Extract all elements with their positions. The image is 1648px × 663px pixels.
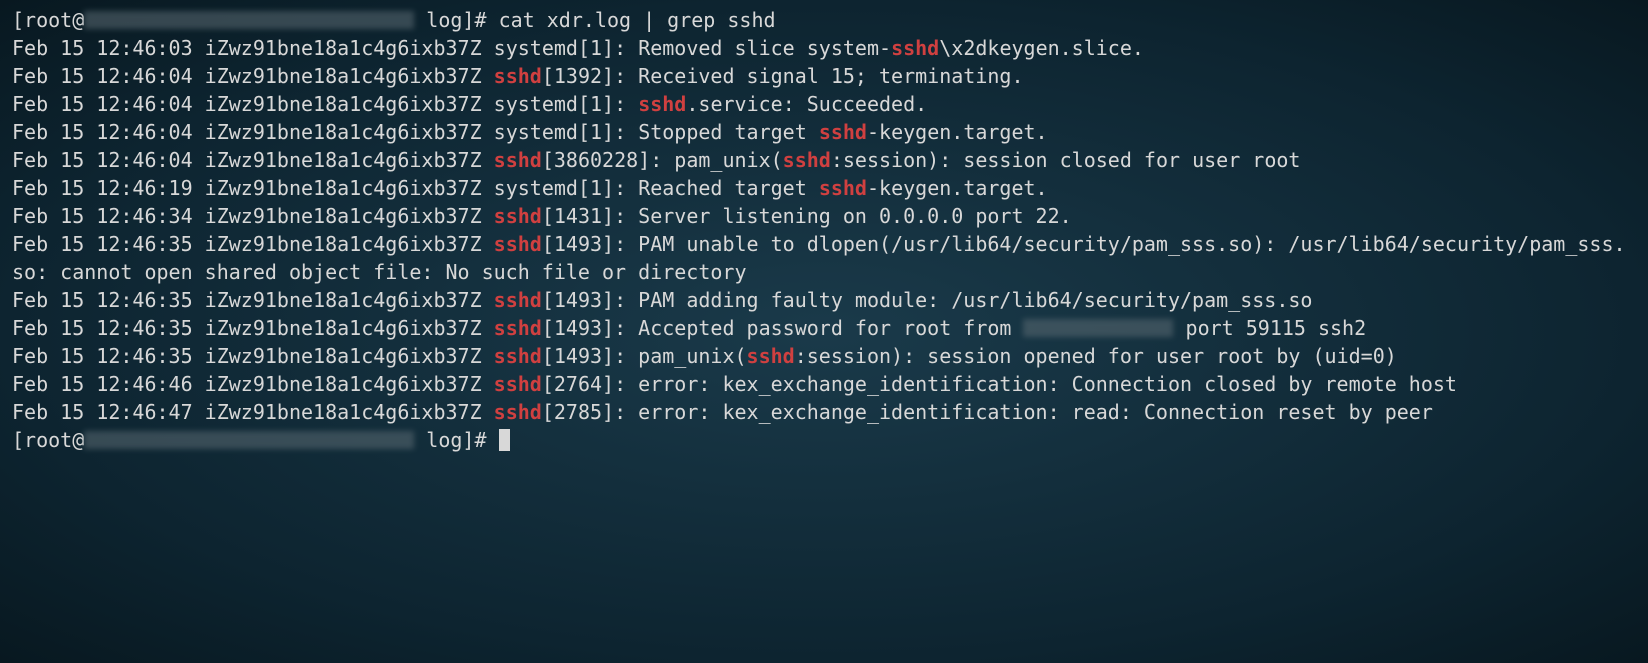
command-text: cat xdr.log | grep sshd	[499, 8, 776, 32]
hostname: iZwz91bne18a1c4g6ixb37Z	[205, 232, 482, 256]
hostname: iZwz91bne18a1c4g6ixb37Z	[205, 92, 482, 116]
process-name: sshd	[494, 232, 542, 256]
log-line: Feb 15 12:46:03 iZwz91bne18a1c4g6ixb37Z …	[12, 36, 1144, 60]
process-name: systemd	[494, 92, 578, 116]
timestamp: Feb 15 12:46:03	[12, 36, 193, 60]
process-name: sshd	[494, 148, 542, 172]
cursor[interactable]	[499, 429, 510, 451]
grep-match: sshd	[638, 92, 686, 116]
grep-match: sshd	[747, 344, 795, 368]
log-line: Feb 15 12:46:04 iZwz91bne18a1c4g6ixb37Z …	[12, 148, 1300, 172]
hostname: iZwz91bne18a1c4g6ixb37Z	[205, 204, 482, 228]
timestamp: Feb 15 12:46:04	[12, 148, 193, 172]
grep-match: sshd	[819, 120, 867, 144]
timestamp: Feb 15 12:46:46	[12, 372, 193, 396]
grep-match: sshd	[819, 176, 867, 200]
hostname: iZwz91bne18a1c4g6ixb37Z	[205, 400, 482, 424]
hostname: iZwz91bne18a1c4g6ixb37Z	[205, 148, 482, 172]
hostname: iZwz91bne18a1c4g6ixb37Z	[205, 288, 482, 312]
hostname: iZwz91bne18a1c4g6ixb37Z	[205, 120, 482, 144]
prompt-line: [root@ log]#	[12, 428, 510, 452]
hostname: iZwz91bne18a1c4g6ixb37Z	[205, 372, 482, 396]
hostname: iZwz91bne18a1c4g6ixb37Z	[205, 64, 482, 88]
log-line: Feb 15 12:46:46 iZwz91bne18a1c4g6ixb37Z …	[12, 372, 1457, 396]
timestamp: Feb 15 12:46:35	[12, 344, 193, 368]
timestamp: Feb 15 12:46:35	[12, 288, 193, 312]
hostname: iZwz91bne18a1c4g6ixb37Z	[205, 344, 482, 368]
log-line: Feb 15 12:46:35 iZwz91bne18a1c4g6ixb37Z …	[12, 288, 1312, 312]
prompt-user: root	[24, 428, 72, 452]
process-name: sshd	[494, 204, 542, 228]
log-line: Feb 15 12:46:35 iZwz91bne18a1c4g6ixb37Z …	[12, 232, 1626, 284]
process-name: sshd	[494, 64, 542, 88]
timestamp: Feb 15 12:46:04	[12, 120, 193, 144]
prompt-user: root	[24, 8, 72, 32]
process-name: systemd	[494, 176, 578, 200]
process-name: sshd	[494, 316, 542, 340]
timestamp: Feb 15 12:46:34	[12, 204, 193, 228]
grep-match: sshd	[783, 148, 831, 172]
log-line: Feb 15 12:46:47 iZwz91bne18a1c4g6ixb37Z …	[12, 400, 1433, 424]
log-line: Feb 15 12:46:34 iZwz91bne18a1c4g6ixb37Z …	[12, 204, 1072, 228]
timestamp: Feb 15 12:46:04	[12, 64, 193, 88]
redacted-hostname	[84, 11, 414, 29]
redacted-ip	[1023, 319, 1173, 337]
log-line: Feb 15 12:46:04 iZwz91bne18a1c4g6ixb37Z …	[12, 64, 1023, 88]
timestamp: Feb 15 12:46:35	[12, 316, 193, 340]
log-line: Feb 15 12:46:35 iZwz91bne18a1c4g6ixb37Z …	[12, 316, 1366, 340]
timestamp: Feb 15 12:46:19	[12, 176, 193, 200]
process-name: systemd	[494, 120, 578, 144]
hostname: iZwz91bne18a1c4g6ixb37Z	[205, 36, 482, 60]
log-line: Feb 15 12:46:04 iZwz91bne18a1c4g6ixb37Z …	[12, 92, 927, 116]
process-name: sshd	[494, 400, 542, 424]
hostname: iZwz91bne18a1c4g6ixb37Z	[205, 176, 482, 200]
terminal-output[interactable]: [root@ log]# cat xdr.log | grep sshd Feb…	[0, 0, 1648, 460]
timestamp: Feb 15 12:46:04	[12, 92, 193, 116]
process-name: sshd	[494, 372, 542, 396]
hostname: iZwz91bne18a1c4g6ixb37Z	[205, 316, 482, 340]
process-name: sshd	[494, 344, 542, 368]
log-line: Feb 15 12:46:19 iZwz91bne18a1c4g6ixb37Z …	[12, 176, 1048, 200]
redacted-hostname	[84, 431, 414, 449]
log-line: Feb 15 12:46:04 iZwz91bne18a1c4g6ixb37Z …	[12, 120, 1048, 144]
process-name: sshd	[494, 288, 542, 312]
timestamp: Feb 15 12:46:47	[12, 400, 193, 424]
process-name: systemd	[494, 36, 578, 60]
grep-match: sshd	[891, 36, 939, 60]
timestamp: Feb 15 12:46:35	[12, 232, 193, 256]
log-line: Feb 15 12:46:35 iZwz91bne18a1c4g6ixb37Z …	[12, 344, 1397, 368]
prompt-line: [root@ log]# cat xdr.log | grep sshd	[12, 8, 776, 32]
